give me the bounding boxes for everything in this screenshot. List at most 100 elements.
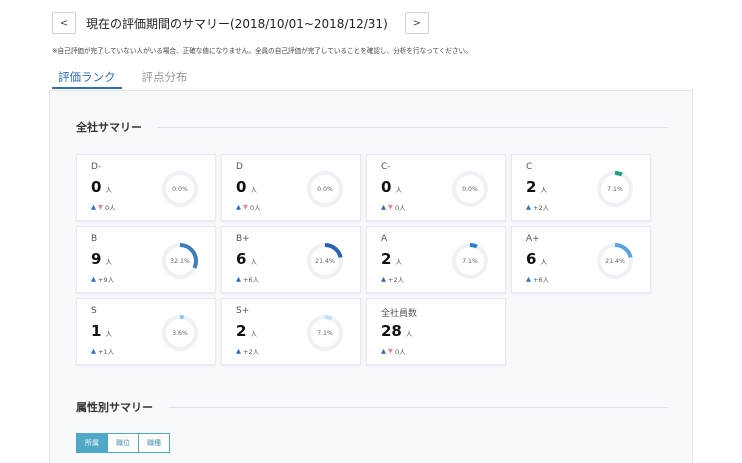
donut-percent: 0.0% <box>462 186 478 193</box>
rank-delta: ▲ ▼ 0人 <box>381 202 406 212</box>
rank-label: B+ <box>236 234 250 244</box>
donut-percent: 0.0% <box>317 186 333 193</box>
filter-position-button[interactable]: 職位 <box>108 433 139 453</box>
donut-percent: 21.4% <box>315 258 335 265</box>
count-unit: 人 <box>405 330 413 338</box>
attribute-summary-header: 属性別サマリー <box>76 399 668 415</box>
rank-card: C 2 人 ▲ +2人 7.1% <box>511 154 651 221</box>
share-donut: 0.0% <box>452 171 488 207</box>
donut-percent: 21.4% <box>605 258 625 265</box>
triangle-up-icon: ▲ <box>381 275 386 283</box>
delta-value: +6人 <box>533 276 550 284</box>
next-period-button[interactable]: > <box>404 12 429 34</box>
share-donut: 3.6% <box>162 315 198 351</box>
triangle-down-icon: ▼ <box>98 203 103 211</box>
tab-rank[interactable]: 評価ランク <box>52 69 122 89</box>
prev-period-button[interactable]: < <box>52 12 76 34</box>
share-donut: 0.0% <box>162 171 198 207</box>
count-number: 0 <box>91 178 102 196</box>
count-unit: 人 <box>540 258 547 266</box>
rank-label: S+ <box>236 306 250 316</box>
count-unit: 人 <box>395 258 402 266</box>
rank-delta: ▲ +6人 <box>526 274 549 284</box>
attribute-summary-title: 属性別サマリー <box>76 401 153 414</box>
count-unit: 人 <box>540 186 547 194</box>
rank-delta: ▲ +2人 <box>381 274 404 284</box>
rank-count: 0人 <box>236 178 257 196</box>
rank-count: 6人 <box>236 250 257 268</box>
rank-card: A 2 人 ▲ +2人 7.1% <box>366 226 506 293</box>
company-summary-title: 全社サマリー <box>76 121 142 134</box>
rank-count: 9人 <box>91 250 112 268</box>
rank-card: D- 0 人 ▲ ▼ 0人 0.0% <box>76 154 216 221</box>
rank-label: A+ <box>526 234 540 244</box>
rank-label: S <box>91 306 97 316</box>
period-header: < 現在の評価期間のサマリー(2018/10/01~2018/12/31) > <box>52 12 429 34</box>
count-number: 1 <box>91 322 102 340</box>
triangle-up-icon: ▲ <box>91 203 96 211</box>
delta-value: +2人 <box>388 276 405 284</box>
count-unit: 人 <box>105 186 112 194</box>
share-donut: 21.4% <box>597 243 633 279</box>
delta-value: +9人 <box>98 276 115 284</box>
count-number: 2 <box>236 322 247 340</box>
evaluation-summary-page: < 現在の評価期間のサマリー(2018/10/01~2018/12/31) > … <box>0 0 742 463</box>
rank-count: 6人 <box>526 250 547 268</box>
rank-delta: ▲ +9人 <box>91 274 114 284</box>
delta-value: +2人 <box>243 348 260 356</box>
rank-count: 2人 <box>381 250 402 268</box>
rank-label: C- <box>381 162 391 172</box>
triangle-down-icon: ▼ <box>388 203 393 211</box>
rank-count: 28 人 <box>381 322 412 340</box>
rank-count: 2人 <box>526 178 547 196</box>
count-unit: 人 <box>105 330 112 338</box>
triangle-up-icon: ▲ <box>91 347 96 355</box>
summary-panel: 全社サマリー D- 0 人 ▲ ▼ 0人 0.0% D 0 人 ▲ ▼ 0人 0.0% C- 0 人 ▲ ▼ 0人 0.… <box>49 90 693 463</box>
rank-delta: ▲ ▼ 0人 <box>91 202 116 212</box>
rank-count: 0人 <box>381 178 402 196</box>
share-donut: 32.1% <box>162 243 198 279</box>
rank-label: D- <box>91 162 102 172</box>
triangle-down-icon: ▼ <box>388 347 393 355</box>
count-unit: 人 <box>250 258 257 266</box>
rank-card: A+ 6 人 ▲ +6人 21.4% <box>511 226 651 293</box>
rank-label: D <box>236 162 243 172</box>
donut-percent: 7.1% <box>317 330 333 337</box>
rank-card: C- 0 人 ▲ ▼ 0人 0.0% <box>366 154 506 221</box>
count-number: 0 <box>381 178 392 196</box>
rank-card: B 9 人 ▲ +9人 32.1% <box>76 226 216 293</box>
donut-percent: 3.6% <box>172 330 188 337</box>
delta-value: 0人 <box>395 348 406 356</box>
triangle-up-icon: ▲ <box>526 203 531 211</box>
share-donut: 21.4% <box>307 243 343 279</box>
rank-label: A <box>381 234 388 244</box>
count-number: 6 <box>236 250 247 268</box>
tab-bar: 評価ランク 評点分布 <box>52 69 194 89</box>
donut-percent: 0.0% <box>172 186 188 193</box>
donut-percent: 7.1% <box>462 258 478 265</box>
count-unit: 人 <box>395 186 402 194</box>
count-number: 6 <box>526 250 537 268</box>
filter-department-button[interactable]: 所属 <box>76 433 108 453</box>
triangle-up-icon: ▲ <box>236 275 241 283</box>
tab-score-distribution[interactable]: 評点分布 <box>136 69 194 89</box>
count-number: 2 <box>526 178 537 196</box>
share-donut: 0.0% <box>307 171 343 207</box>
rank-label: B <box>91 234 98 244</box>
count-number: 9 <box>91 250 102 268</box>
rank-delta: ▲ ▼ 0人 <box>381 346 406 356</box>
triangle-up-icon: ▲ <box>381 347 386 355</box>
delta-value: 0人 <box>105 204 116 212</box>
rank-label: 全社員数 <box>381 309 418 319</box>
donut-percent: 32.1% <box>170 258 190 265</box>
delta-value: 0人 <box>395 204 406 212</box>
rank-card: D 0 人 ▲ ▼ 0人 0.0% <box>221 154 361 221</box>
rank-count: 0人 <box>91 178 112 196</box>
delta-value: +2人 <box>533 204 550 212</box>
rank-card: S 1 人 ▲ +1人 3.6% <box>76 298 216 365</box>
filter-job-type-button[interactable]: 職種 <box>139 433 170 453</box>
count-number: 28 <box>381 322 402 340</box>
rank-delta: ▲ +6人 <box>236 274 259 284</box>
rank-count: 2人 <box>236 322 257 340</box>
section-divider <box>158 126 668 128</box>
